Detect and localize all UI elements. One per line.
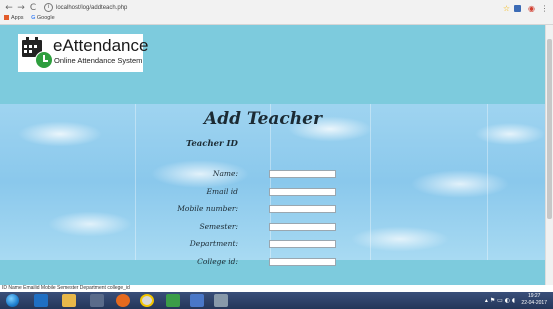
- star-icon[interactable]: ☆: [502, 4, 511, 13]
- system-tray-icons[interactable]: ▴ ⚑ ▭ ◐ ◖: [485, 297, 515, 304]
- semester-input[interactable]: [269, 223, 336, 231]
- college-id-label: College id:: [197, 257, 238, 266]
- chrome-icon[interactable]: [140, 294, 154, 307]
- reload-icon: C: [29, 3, 37, 13]
- apps-icon: [4, 15, 9, 21]
- app-icon[interactable]: [166, 294, 180, 307]
- field-row-department: Department:: [150, 238, 350, 250]
- file-explorer-icon[interactable]: [62, 294, 76, 307]
- college-id-input[interactable]: [269, 258, 336, 266]
- clock-area[interactable]: 19:27 22-04-2017: [521, 293, 547, 308]
- mobile-input[interactable]: [269, 205, 336, 213]
- name-input[interactable]: [269, 170, 336, 178]
- logo-title: eAttendance: [53, 36, 149, 55]
- department-label: Department:: [189, 239, 238, 248]
- internet-explorer-icon[interactable]: [34, 294, 48, 307]
- back-button[interactable]: ←: [4, 3, 14, 13]
- url-field[interactable]: i localhost/log/addteach.php: [44, 3, 484, 13]
- background-seam: [370, 104, 371, 260]
- field-row-mobile: Mobile number:: [150, 203, 350, 215]
- reload-button[interactable]: C: [28, 3, 38, 13]
- tray-time: 19:27: [527, 293, 541, 299]
- background-seam: [487, 104, 488, 260]
- field-row-email: Email id: [150, 186, 350, 198]
- department-input[interactable]: [269, 240, 336, 248]
- address-bar-row: ← → C i localhost/log/addteach.php ☆ ◉ ⋮: [0, 2, 553, 14]
- email-label: Email id: [206, 187, 238, 196]
- extension-icon[interactable]: [514, 5, 521, 12]
- settings-icon[interactable]: [214, 294, 228, 307]
- clock-icon: [35, 51, 53, 69]
- logo-subtitle: Online Attendance System: [54, 56, 143, 65]
- bookmark-google[interactable]: G Google: [31, 15, 55, 21]
- firefox-icon[interactable]: [116, 294, 130, 307]
- menu-icon[interactable]: ⋮: [540, 4, 549, 13]
- field-row-college-id: College id:: [150, 256, 350, 268]
- forward-arrow-icon: →: [17, 3, 25, 13]
- info-icon: i: [44, 3, 53, 12]
- field-row-name: Name:: [150, 168, 350, 180]
- tray-date: 22-04-2017: [521, 300, 547, 306]
- forward-button[interactable]: →: [16, 3, 26, 13]
- semester-label: Semester:: [199, 222, 238, 231]
- logo: eAttendance Online Attendance System: [18, 34, 148, 72]
- form-title: Add Teacher: [204, 109, 322, 129]
- google-icon: G: [31, 15, 36, 21]
- back-arrow-icon: ←: [5, 3, 13, 13]
- document-icon[interactable]: [190, 294, 204, 307]
- name-label: Name:: [212, 169, 238, 178]
- start-button-icon[interactable]: [6, 294, 19, 307]
- vertical-scrollbar[interactable]: [545, 25, 553, 285]
- taskbar: ▴ ⚑ ▭ ◐ ◖ 19:27 22-04-2017: [0, 292, 553, 309]
- bookmarks-bar: Apps G Google: [4, 14, 61, 23]
- background-seam: [135, 104, 136, 260]
- mobile-label: Mobile number:: [177, 204, 238, 213]
- email-input[interactable]: [269, 188, 336, 196]
- bookmark-apps[interactable]: Apps: [4, 15, 24, 21]
- status-text: ID Name Emailid Mobile Semester Departme…: [0, 285, 553, 292]
- field-row-semester: Semester:: [150, 221, 350, 233]
- media-player-icon[interactable]: [90, 294, 104, 307]
- scrollbar-thumb[interactable]: [547, 39, 552, 219]
- url-text: localhost/log/addteach.php: [56, 5, 128, 12]
- teacher-id-label: Teacher ID: [186, 139, 238, 149]
- browser-chrome: ← → C i localhost/log/addteach.php ☆ ◉ ⋮ …: [0, 0, 553, 25]
- chrome-extension-icon[interactable]: ◉: [527, 4, 536, 13]
